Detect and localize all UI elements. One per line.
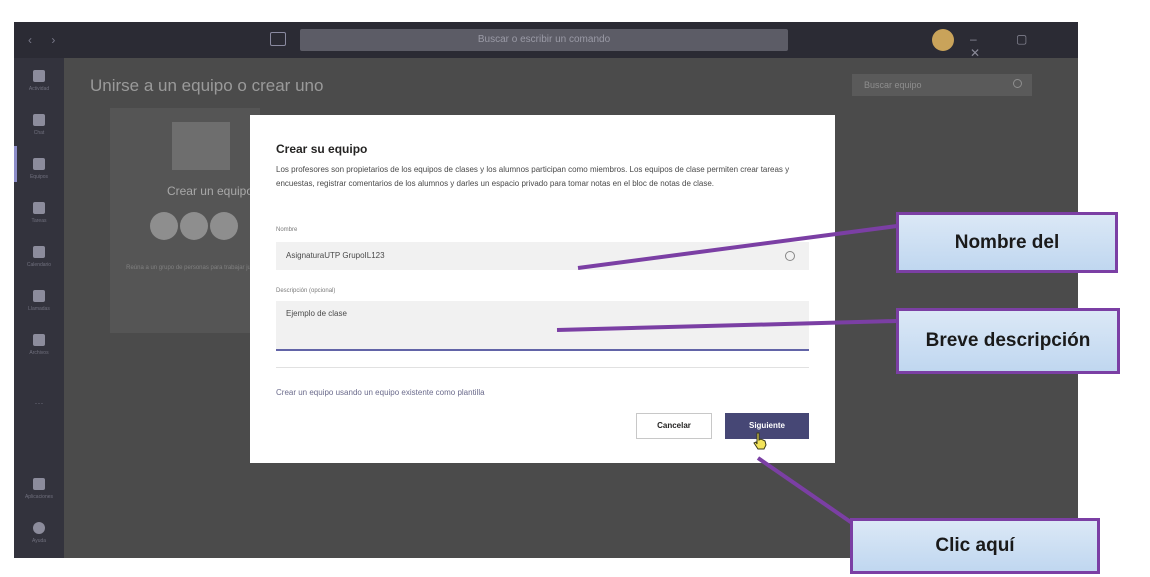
template-link[interactable]: Crear un equipo usando un equipo existen… bbox=[276, 388, 485, 397]
callout-breve-descripcion: Breve descripción bbox=[896, 308, 1120, 374]
bell-icon bbox=[33, 70, 45, 82]
avatar bbox=[180, 212, 208, 240]
apps-icon bbox=[33, 478, 45, 490]
rail-item-label: Equipos bbox=[29, 174, 49, 180]
screenshot-stage: ‹ › Buscar o escribir un comando – ▢ ✕ A… bbox=[0, 0, 1150, 577]
member-avatars bbox=[150, 212, 240, 245]
cancel-button[interactable]: Cancelar bbox=[636, 413, 712, 439]
user-avatar[interactable] bbox=[932, 29, 954, 51]
rail-item-assignments[interactable]: Tareas bbox=[14, 194, 64, 238]
rail-item-chat[interactable]: Chat bbox=[14, 106, 64, 150]
command-search-bar[interactable]: Buscar o escribir un comando bbox=[300, 29, 788, 51]
assignments-icon bbox=[33, 202, 45, 214]
team-search-placeholder: Buscar equipo bbox=[864, 80, 922, 90]
callout-clic-aqui: Clic aquí bbox=[850, 518, 1100, 574]
rail-more-button[interactable]: ··· bbox=[14, 398, 64, 408]
files-icon bbox=[33, 334, 45, 346]
create-team-card[interactable]: Crear un equipo Reúna a un grupo de pers… bbox=[110, 108, 264, 333]
search-icon bbox=[1013, 79, 1022, 88]
calendar-icon bbox=[33, 246, 45, 258]
avatar bbox=[210, 212, 238, 240]
phone-icon bbox=[33, 290, 45, 302]
dialog-description: Los profesores son propietarios de los e… bbox=[276, 165, 790, 188]
team-description-input[interactable]: Ejemplo de clase bbox=[276, 301, 809, 351]
description-field-label: Descripción (opcional) bbox=[276, 288, 336, 294]
rail-item-calendar[interactable]: Calendario bbox=[14, 238, 64, 282]
rail-item-label: Calendario bbox=[26, 262, 52, 268]
team-name-input[interactable]: AsignaturaUTP GrupoIL123 bbox=[276, 242, 809, 270]
rail-item-label: Ayuda bbox=[31, 538, 47, 544]
avatar bbox=[150, 212, 178, 240]
team-search-input[interactable]: Buscar equipo bbox=[852, 74, 1032, 96]
rail-item-teams[interactable]: Equipos bbox=[14, 150, 64, 194]
team-name-value: AsignaturaUTP GrupoIL123 bbox=[286, 251, 385, 260]
window-controls-icon[interactable]: – ▢ ✕ bbox=[970, 32, 1078, 60]
rail-item-label: Archivos bbox=[29, 350, 49, 356]
rail-item-apps[interactable]: Aplicaciones bbox=[14, 470, 64, 514]
chat-icon bbox=[33, 114, 45, 126]
rail-item-activity[interactable]: Actividad bbox=[14, 62, 64, 106]
title-bar: ‹ › Buscar o escribir un comando – ▢ ✕ bbox=[14, 22, 1078, 60]
create-team-illustration bbox=[172, 122, 230, 170]
page-title: Unirse a un equipo o crear uno bbox=[90, 76, 324, 95]
back-forward-arrows-icon[interactable]: ‹ › bbox=[28, 33, 63, 47]
rail-item-label: Llamadas bbox=[28, 306, 50, 312]
hand-cursor-icon bbox=[753, 432, 767, 450]
divider bbox=[276, 367, 809, 368]
create-team-description: Reúna a un grupo de personas para trabaj… bbox=[126, 265, 264, 271]
rail-item-label: Chat bbox=[33, 130, 45, 136]
name-field-label: Nombre bbox=[276, 227, 298, 233]
rail-item-label: Actividad bbox=[28, 86, 50, 92]
dialog-title: Crear su equipo bbox=[276, 142, 368, 156]
rail-item-calls[interactable]: Llamadas bbox=[14, 282, 64, 326]
callout-nombre: Nombre del bbox=[896, 212, 1118, 273]
rail-item-help[interactable]: Ayuda bbox=[14, 514, 64, 558]
help-icon bbox=[33, 522, 45, 534]
create-team-dialog: Crear su equipo Los profesores son propi… bbox=[250, 115, 835, 463]
check-circle-icon bbox=[785, 251, 795, 261]
teams-icon bbox=[33, 158, 45, 170]
app-rail: Actividad Chat Equipos Tareas Calendario… bbox=[14, 58, 64, 558]
rail-item-label: Tareas bbox=[31, 218, 47, 224]
compose-icon[interactable] bbox=[270, 32, 286, 46]
rail-item-files[interactable]: Archivos bbox=[14, 326, 64, 370]
rail-item-label: Aplicaciones bbox=[24, 494, 54, 500]
